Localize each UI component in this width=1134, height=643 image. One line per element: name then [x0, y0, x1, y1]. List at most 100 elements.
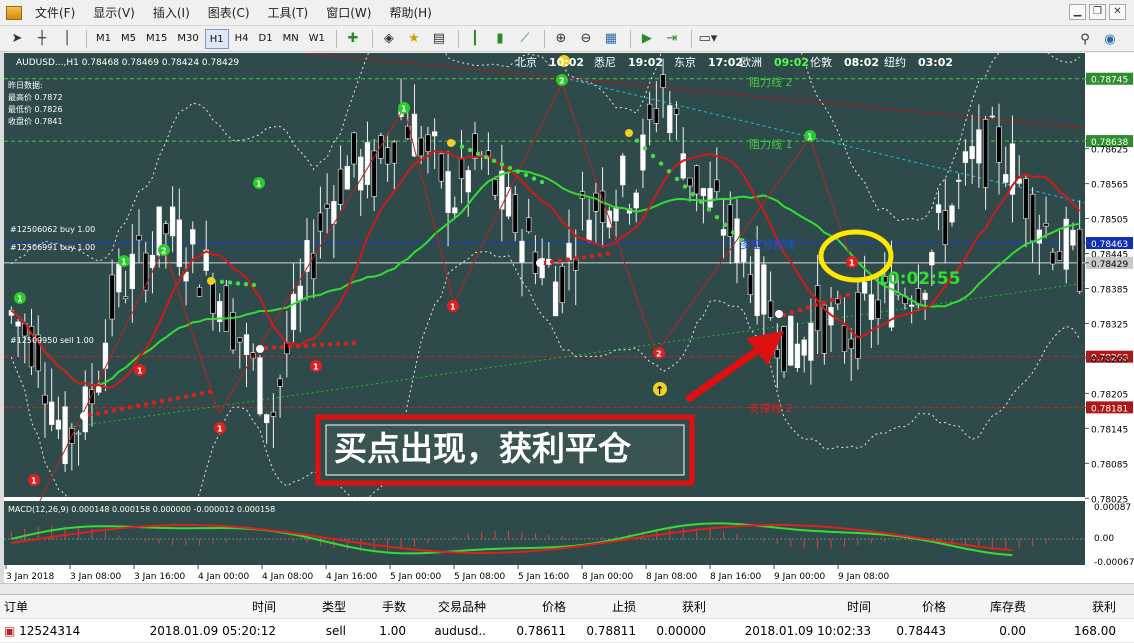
col-lots[interactable]: 手数 [350, 598, 410, 615]
col-symbol[interactable]: 交易品种 [410, 598, 490, 615]
zoom-in-icon[interactable]: ⊕ [550, 29, 572, 49]
timeframe-m1[interactable]: M1 [92, 29, 115, 49]
time-axis-label: 8 Jan 00:00 [582, 572, 634, 582]
window-controls: ▁ ❐ ✕ [1069, 4, 1126, 20]
candle-chart-icon[interactable]: ▮ [489, 29, 511, 49]
sar-dot-green [682, 184, 688, 189]
toolbar-separator [335, 29, 337, 48]
col-profit[interactable]: 获利 [1030, 598, 1120, 615]
sar-dot-green [634, 138, 640, 143]
clock-time-3: 09:02 [774, 56, 809, 69]
chart-window[interactable]: 0.78745 0.78638 0.78625 0.78565 0.78505 0.784… [4, 53, 1134, 583]
menu-file[interactable]: 文件(F) [26, 4, 84, 21]
sar-dot-red [343, 341, 349, 346]
candle [190, 229, 196, 245]
price-axis-label: 0.78625 [1091, 146, 1128, 156]
sar-dot-green [467, 147, 473, 153]
chart-symbol-header: AUDUSD...,H1 0.78468 0.78469 0.78424 0.7… [16, 58, 239, 68]
col-sl[interactable]: 止损 [570, 598, 640, 615]
timeframe-d1[interactable]: D1 [255, 29, 277, 49]
templates-icon[interactable]: ★ [403, 29, 425, 49]
candle [982, 119, 989, 188]
timeframe-mn[interactable]: MN [279, 29, 303, 49]
minimize-button[interactable]: ▁ [1069, 4, 1086, 20]
candle [116, 263, 122, 293]
col-tp[interactable]: 获利 [640, 598, 710, 615]
order-table: 订单 时间 类型 手数 交易品种 价格 止损 获利 时间 价格 库存费 获利 ▣… [0, 594, 1134, 643]
col-time-open[interactable]: 时间 [120, 598, 280, 615]
table-row[interactable]: ▣ 12524314 2018.01.09 05:20:12 sell 1.00… [0, 619, 1134, 643]
timeframe-m5[interactable]: M5 [117, 29, 140, 49]
candle [673, 107, 680, 115]
sar-dot-red [813, 302, 819, 308]
candle [465, 170, 471, 193]
cell-sl: 0.78811 [586, 623, 636, 638]
table-header-row: 订单 时间 类型 手数 交易品种 价格 止损 获利 时间 价格 库存费 获利 [0, 595, 1134, 619]
candle [519, 240, 525, 263]
sar-dot-red [287, 344, 293, 349]
menu-window[interactable]: 窗口(W) [317, 4, 380, 21]
zoom-out-icon[interactable]: ⊖ [575, 29, 597, 49]
signal-marker-label: 1 [807, 133, 813, 142]
bar-chart-icon[interactable]: ┃ [464, 29, 486, 49]
chart-shift-icon[interactable]: ⇥ [661, 29, 683, 49]
splitter[interactable] [0, 583, 1134, 594]
clock-time-5: 03:02 [918, 56, 953, 69]
candle [761, 264, 767, 315]
candle [861, 282, 868, 294]
auto-scroll-icon[interactable]: ▶ [636, 29, 658, 49]
new-order-icon[interactable]: ✚ [342, 29, 364, 49]
candle [767, 300, 774, 318]
timeframe-h4[interactable]: H4 [231, 29, 253, 49]
candle [237, 337, 243, 343]
periods-icon[interactable]: ▭▾ [697, 29, 719, 49]
timeframe-w1[interactable]: W1 [305, 29, 329, 49]
order-label-1: #12506062 buy 1.00 [10, 225, 95, 234]
search-icon[interactable]: ⚲ [1074, 29, 1096, 49]
sar-dot-red [597, 252, 603, 258]
col-price-current[interactable]: 价格 [875, 598, 950, 615]
close-button[interactable]: ✕ [1109, 4, 1126, 20]
candle [445, 171, 451, 213]
candle [566, 242, 572, 261]
signal-marker-label: 1 [31, 477, 37, 486]
candle [42, 394, 48, 405]
toolbar-separator [457, 29, 459, 48]
menu-help[interactable]: 帮助(H) [380, 4, 440, 21]
col-price[interactable]: 价格 [490, 598, 570, 615]
candle [492, 179, 498, 196]
community-icon[interactable]: ◉ [1099, 29, 1121, 49]
line-chart-icon[interactable]: ⟋ [514, 29, 536, 49]
col-swap[interactable]: 库存费 [950, 598, 1030, 615]
indicators-icon[interactable]: ◈ [378, 29, 400, 49]
timeframe-m15[interactable]: M15 [142, 29, 171, 49]
candle [714, 179, 720, 192]
menu-insert[interactable]: 插入(I) [144, 4, 199, 21]
col-order[interactable]: 订单 [0, 598, 120, 615]
sar-dot-red [581, 255, 587, 260]
candle [317, 212, 324, 232]
sar-dot-green [539, 179, 545, 185]
price-chart[interactable]: 0.787450.786380.786250.785650.785050.784… [4, 53, 1134, 583]
crosshair-icon[interactable]: ┼ [31, 29, 53, 49]
menu-charts[interactable]: 图表(C) [199, 4, 259, 21]
tile-windows-icon[interactable]: ▦ [600, 29, 622, 49]
restore-button[interactable]: ❐ [1089, 4, 1106, 20]
timeframe-m30[interactable]: M30 [173, 29, 202, 49]
cursor-icon[interactable]: ➤ [6, 29, 28, 49]
sar-dot-red [279, 344, 285, 350]
vertical-line-icon[interactable]: │ [56, 29, 78, 49]
menu-tools[interactable]: 工具(T) [259, 4, 318, 21]
col-type[interactable]: 类型 [280, 598, 350, 615]
toolbar-right-tools: ⚲ ◉ [1074, 29, 1124, 49]
callout-text: 买点出现，获利平仓 [334, 429, 632, 468]
sar-dot-red [351, 340, 357, 346]
cell-profit: 168.00 [1074, 623, 1116, 638]
col-time-close[interactable]: 时间 [710, 598, 875, 615]
candle [593, 192, 599, 212]
sar-dot-green [235, 281, 241, 286]
timeframe-h1[interactable]: H1 [204, 28, 229, 49]
candle [660, 74, 666, 88]
navigator-icon[interactable]: ▤ [428, 29, 450, 49]
menu-view[interactable]: 显示(V) [84, 4, 144, 21]
